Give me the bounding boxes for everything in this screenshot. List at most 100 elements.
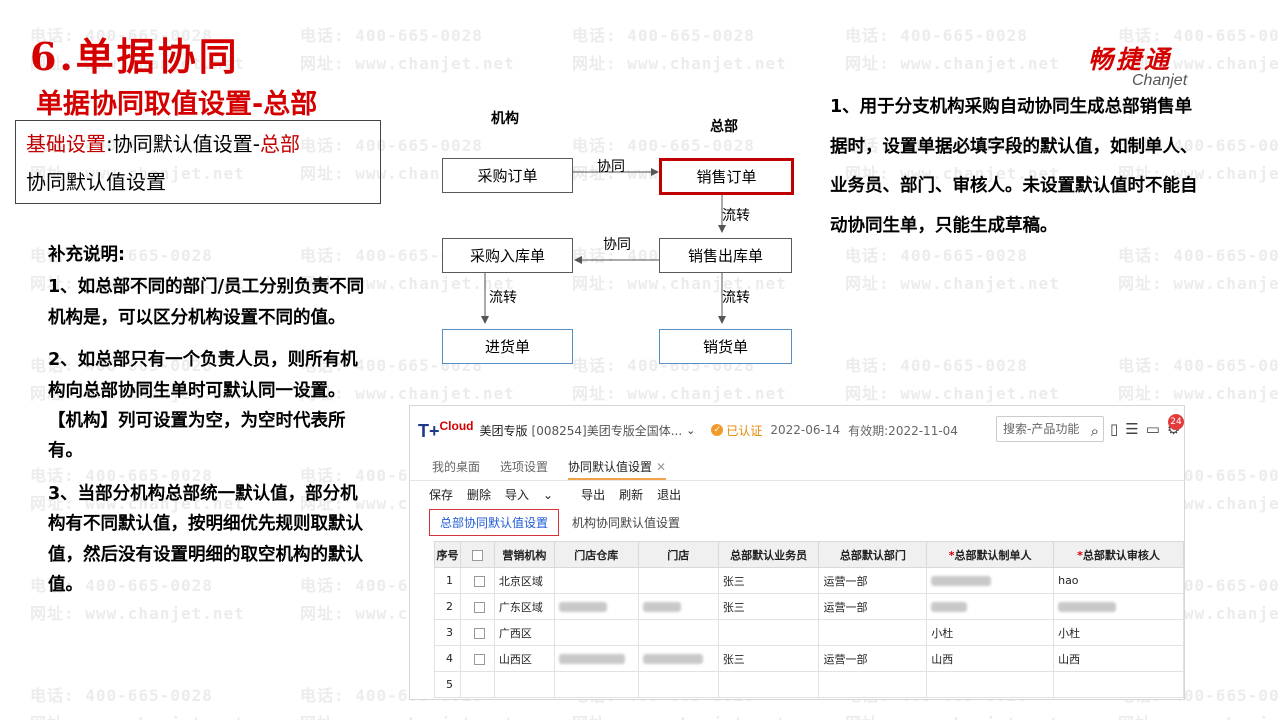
cell-salesman[interactable]: [717, 619, 820, 646]
company-selector[interactable]: [008254]美团专版全国体...: [532, 422, 683, 439]
tplus-logo[interactable]: T+Cloud: [418, 419, 474, 442]
tab-sync-defaults[interactable]: 协同默认值设置 ✕: [568, 458, 667, 480]
chanjet-logo: 畅捷通 Chanjet: [1088, 40, 1228, 90]
watermark-site: 网址: www.chanjet.net: [572, 54, 787, 73]
chevron-down-icon[interactable]: ⌄: [686, 424, 695, 437]
cell-dept[interactable]: 运营一部: [818, 567, 928, 594]
cell-salesman[interactable]: 张三: [717, 645, 820, 672]
cell-org[interactable]: 广西区: [493, 619, 555, 646]
cell-org[interactable]: 山西区: [493, 645, 555, 672]
verified-label: 已认证: [726, 423, 763, 438]
cell-salesman[interactable]: [717, 671, 820, 698]
watermark-site: 网址: www.chanjet.net: [300, 710, 515, 720]
table-row[interactable]: 1 北京区域 张三 运营一部 hao: [434, 567, 1184, 594]
cell-maker[interactable]: [926, 671, 1055, 698]
search-input[interactable]: 搜索-产品功能 ⌕: [996, 416, 1104, 442]
col-org: 营销机构: [493, 541, 555, 568]
label-sync-1: 协同: [597, 159, 625, 175]
col-maker-label: 总部默认制单人: [954, 548, 1032, 562]
cell-salesman[interactable]: 张三: [717, 593, 820, 620]
cell-store[interactable]: [637, 567, 719, 594]
cell-maker[interactable]: [926, 593, 1055, 620]
node-receipt: 进货单: [442, 329, 573, 364]
table-row[interactable]: 5: [434, 671, 1184, 698]
row-checkbox[interactable]: [473, 575, 485, 587]
diagram-col-left: 机构: [491, 111, 519, 127]
cell-org[interactable]: 北京区域: [493, 567, 555, 594]
cell-warehouse[interactable]: [553, 671, 639, 698]
cell-maker[interactable]: [926, 567, 1055, 594]
delete-button[interactable]: 删除: [467, 486, 491, 503]
cell-auditor[interactable]: 小杜: [1053, 619, 1184, 646]
close-icon[interactable]: ✕: [656, 460, 666, 474]
notification-badge[interactable]: 24: [1168, 414, 1184, 430]
basic-colon: :: [106, 132, 113, 156]
save-button[interactable]: 保存: [429, 486, 453, 503]
page-subtitle: 单据协同取值设置-总部: [36, 89, 318, 120]
cell-select[interactable]: [459, 645, 495, 672]
watermark-phone: 电话: 400-665-0028: [300, 26, 483, 45]
table-row[interactable]: 4 山西区 张三 运营一部 山西 山西: [434, 645, 1184, 672]
cell-org[interactable]: 广东区域: [493, 593, 555, 620]
col-auditor: *总部默认审核人: [1053, 541, 1184, 568]
cell-select[interactable]: [459, 671, 495, 698]
row-checkbox[interactable]: [473, 653, 485, 665]
col-select[interactable]: [459, 541, 495, 568]
toolbar: 保存 删除 导入 ⌄ 导出 刷新 退出: [429, 486, 695, 503]
cell-auditor[interactable]: 山西: [1053, 645, 1184, 672]
subtab-hq-defaults[interactable]: 总部协同默认值设置: [429, 509, 560, 536]
subtab-org-defaults[interactable]: 机构协同默认值设置: [561, 509, 691, 536]
cell-store[interactable]: [637, 619, 719, 646]
watermark-phone: 电话: 400-665-0028: [30, 686, 213, 705]
row-checkbox[interactable]: [473, 627, 485, 639]
cell-warehouse[interactable]: [553, 645, 639, 672]
cell-auditor[interactable]: hao: [1053, 567, 1184, 594]
cell-select[interactable]: [459, 619, 495, 646]
watermark-phone: 电话: 400-665-0028: [845, 26, 1028, 45]
tab-my-desktop[interactable]: 我的桌面: [432, 458, 480, 480]
cell-warehouse[interactable]: [553, 619, 639, 646]
search-icon[interactable]: ⌕: [1091, 419, 1099, 443]
cell-select[interactable]: [459, 593, 495, 620]
cell-maker[interactable]: 小杜: [926, 619, 1055, 646]
cell-no: 2: [434, 593, 461, 620]
cell-warehouse[interactable]: [553, 593, 639, 620]
cell-maker[interactable]: 山西: [926, 645, 1055, 672]
col-salesman: 总部默认业务员: [717, 541, 820, 568]
watermark-site: 网址: www.chanjet.net: [300, 54, 515, 73]
cell-dept[interactable]: 运营一部: [818, 645, 928, 672]
import-button[interactable]: 导入 ⌄: [505, 486, 567, 503]
list-check-icon[interactable]: ☰: [1125, 420, 1138, 438]
node-purchase-order: 采购订单: [442, 158, 573, 193]
cell-store[interactable]: [637, 593, 719, 620]
message-icon[interactable]: ▭: [1146, 420, 1160, 438]
cell-warehouse[interactable]: [553, 567, 639, 594]
cell-salesman[interactable]: 张三: [717, 567, 820, 594]
cell-store[interactable]: [637, 645, 719, 672]
export-button[interactable]: 导出: [581, 486, 605, 503]
cell-dept[interactable]: [818, 619, 928, 646]
cell-select[interactable]: [459, 567, 495, 594]
usage-note: 1、用于分支机构采购自动协同生成总部销售单据时，设置单据必填字段的默认值，如制单…: [830, 97, 1198, 236]
cell-auditor[interactable]: [1053, 593, 1184, 620]
row-checkbox[interactable]: [473, 601, 485, 613]
select-all-checkbox[interactable]: [471, 549, 483, 561]
table-row[interactable]: 3 广西区 小杜 小杜: [434, 619, 1184, 646]
supplement-item-1: 1、如总部不同的部门/员工分别负责不同机构是，可以区分机构设置不同的值。: [48, 277, 365, 328]
edition-name: 美团专版: [479, 423, 528, 438]
cell-store[interactable]: [637, 671, 719, 698]
cell-org[interactable]: [493, 671, 555, 698]
col-dept: 总部默认部门: [818, 541, 928, 568]
document-icon[interactable]: ▯: [1110, 420, 1118, 438]
table-row[interactable]: 2 广东区域 张三 运营一部: [434, 593, 1184, 620]
watermark-site: 网址: www.chanjet.net: [845, 54, 1060, 73]
cell-auditor[interactable]: [1053, 671, 1184, 698]
valid-until: 有效期:2022-11-04: [848, 423, 958, 438]
cell-dept[interactable]: [818, 671, 928, 698]
search-placeholder: 搜索-产品功能: [1003, 422, 1080, 436]
col-store: 门店: [637, 541, 719, 568]
exit-button[interactable]: 退出: [657, 486, 681, 503]
refresh-button[interactable]: 刷新: [619, 486, 643, 503]
tab-option-settings[interactable]: 选项设置: [500, 458, 548, 480]
cell-dept[interactable]: 运营一部: [818, 593, 928, 620]
